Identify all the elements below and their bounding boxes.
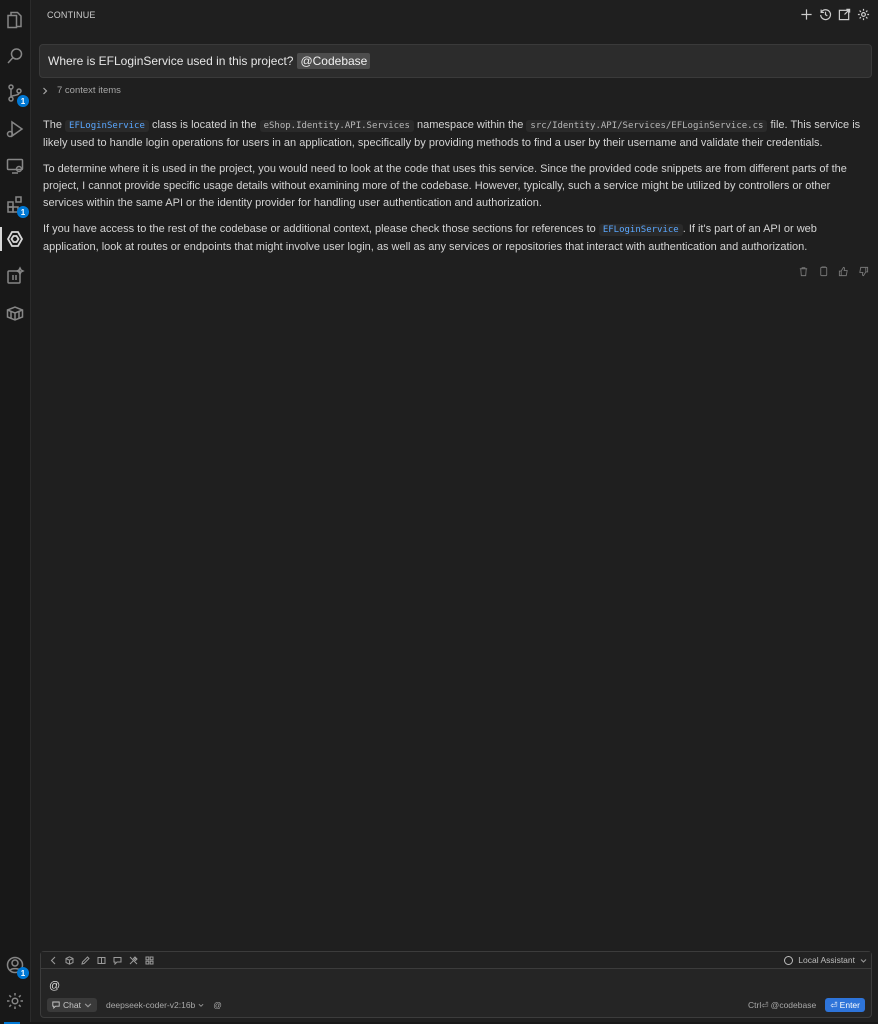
- grid-icon[interactable]: [145, 956, 154, 965]
- thumbs-down-icon[interactable]: [856, 265, 870, 277]
- inline-code-efloginservice[interactable]: EFLoginService: [598, 224, 683, 236]
- response-paragraph-1: The EFLoginService class is located in t…: [43, 117, 869, 152]
- model-selector[interactable]: deepseek-coder-v2:16b: [106, 1000, 204, 1010]
- chevron-left-icon[interactable]: [49, 956, 58, 965]
- assistant-response: The EFLoginService class is located in t…: [43, 117, 869, 265]
- response-paragraph-2: To determine where it is used in the pro…: [43, 163, 847, 209]
- gear-icon[interactable]: [856, 7, 870, 21]
- input-footer: Chat deepseek-coder-v2:16b @ Ctrl⏎ @code…: [47, 998, 865, 1012]
- context-items-label: 7 context items: [57, 85, 121, 96]
- plus-icon[interactable]: [799, 7, 813, 21]
- codebase-shortcut-hint[interactable]: Ctrl⏎ @codebase: [748, 1000, 816, 1011]
- accounts-badge: 1: [17, 967, 29, 979]
- inline-code-efloginservice[interactable]: EFLoginService: [65, 120, 149, 132]
- assistant-selector[interactable]: Local Assistant: [784, 955, 867, 965]
- response-text: If you have access to the rest of the co…: [43, 223, 596, 235]
- inline-code-namespace: eShop.Identity.API.Services: [259, 120, 414, 132]
- chat-input-field[interactable]: @: [49, 980, 60, 992]
- tools-icon[interactable]: [129, 955, 138, 965]
- trash-icon[interactable]: [796, 265, 810, 277]
- search-icon[interactable]: [3, 44, 27, 68]
- manage-gear-icon[interactable]: [3, 989, 27, 1013]
- user-message-text: Where is EFLoginService used in this pro…: [48, 54, 294, 68]
- files-icon[interactable]: [3, 8, 27, 32]
- book-icon[interactable]: [97, 956, 106, 965]
- remote-explorer-icon[interactable]: [3, 154, 27, 178]
- response-paragraph-3: If you have access to the rest of the co…: [43, 221, 869, 256]
- mode-selector[interactable]: Chat: [47, 998, 97, 1012]
- ai-toolkit-icon[interactable]: [3, 264, 27, 288]
- source-control-badge: 1: [17, 95, 29, 107]
- run-debug-icon[interactable]: [3, 117, 27, 141]
- assistant-icon: [784, 955, 794, 965]
- context-items-toggle[interactable]: 7 context items: [41, 85, 121, 96]
- thumbs-up-icon[interactable]: [836, 265, 850, 277]
- panel-title: CONTINUE: [47, 10, 96, 20]
- response-text: The: [43, 119, 62, 131]
- chevron-down-icon: [84, 1003, 92, 1008]
- codebase-mention-chip: @Codebase: [297, 53, 371, 69]
- assistant-selector-label: Local Assistant: [798, 955, 855, 965]
- open-external-icon[interactable]: [837, 7, 851, 21]
- response-text: namespace within the: [416, 119, 524, 131]
- pencil-icon[interactable]: [81, 955, 90, 965]
- history-icon[interactable]: [818, 7, 832, 21]
- response-text: class is located in the: [151, 119, 257, 131]
- comment-icon[interactable]: [113, 956, 122, 965]
- containers-icon[interactable]: [3, 301, 27, 325]
- header-actions: [799, 7, 870, 21]
- source-control-icon[interactable]: 1: [3, 81, 29, 107]
- accounts-icon[interactable]: 1: [3, 953, 29, 979]
- activity-bar: 1 1 1: [0, 0, 31, 1024]
- add-context-button[interactable]: @: [213, 1000, 222, 1010]
- cube-icon[interactable]: [65, 955, 74, 965]
- chat-input-box: Local Assistant @ Chat deepseek-coder-v2…: [40, 951, 872, 1018]
- continue-icon[interactable]: [3, 227, 27, 251]
- response-actions: [796, 265, 870, 277]
- chevron-down-icon: [198, 1003, 204, 1007]
- input-toolbar: Local Assistant: [41, 952, 871, 969]
- extensions-icon[interactable]: 1: [3, 192, 29, 218]
- chevron-right-icon: [43, 87, 48, 94]
- model-label: deepseek-coder-v2:16b: [105, 1000, 196, 1010]
- inline-code-filepath: src/Identity.API/Services/EFLoginService…: [526, 120, 768, 132]
- copy-icon[interactable]: [816, 265, 830, 277]
- enter-button[interactable]: ⏎ Enter: [825, 998, 865, 1012]
- mode-label: Chat: [63, 1000, 81, 1010]
- user-message[interactable]: Where is EFLoginService used in this pro…: [39, 44, 872, 78]
- chevron-down-icon: [860, 958, 867, 963]
- extensions-badge: 1: [17, 206, 29, 218]
- active-view-marker: [0, 227, 2, 251]
- chat-bubble-icon: [52, 1001, 60, 1009]
